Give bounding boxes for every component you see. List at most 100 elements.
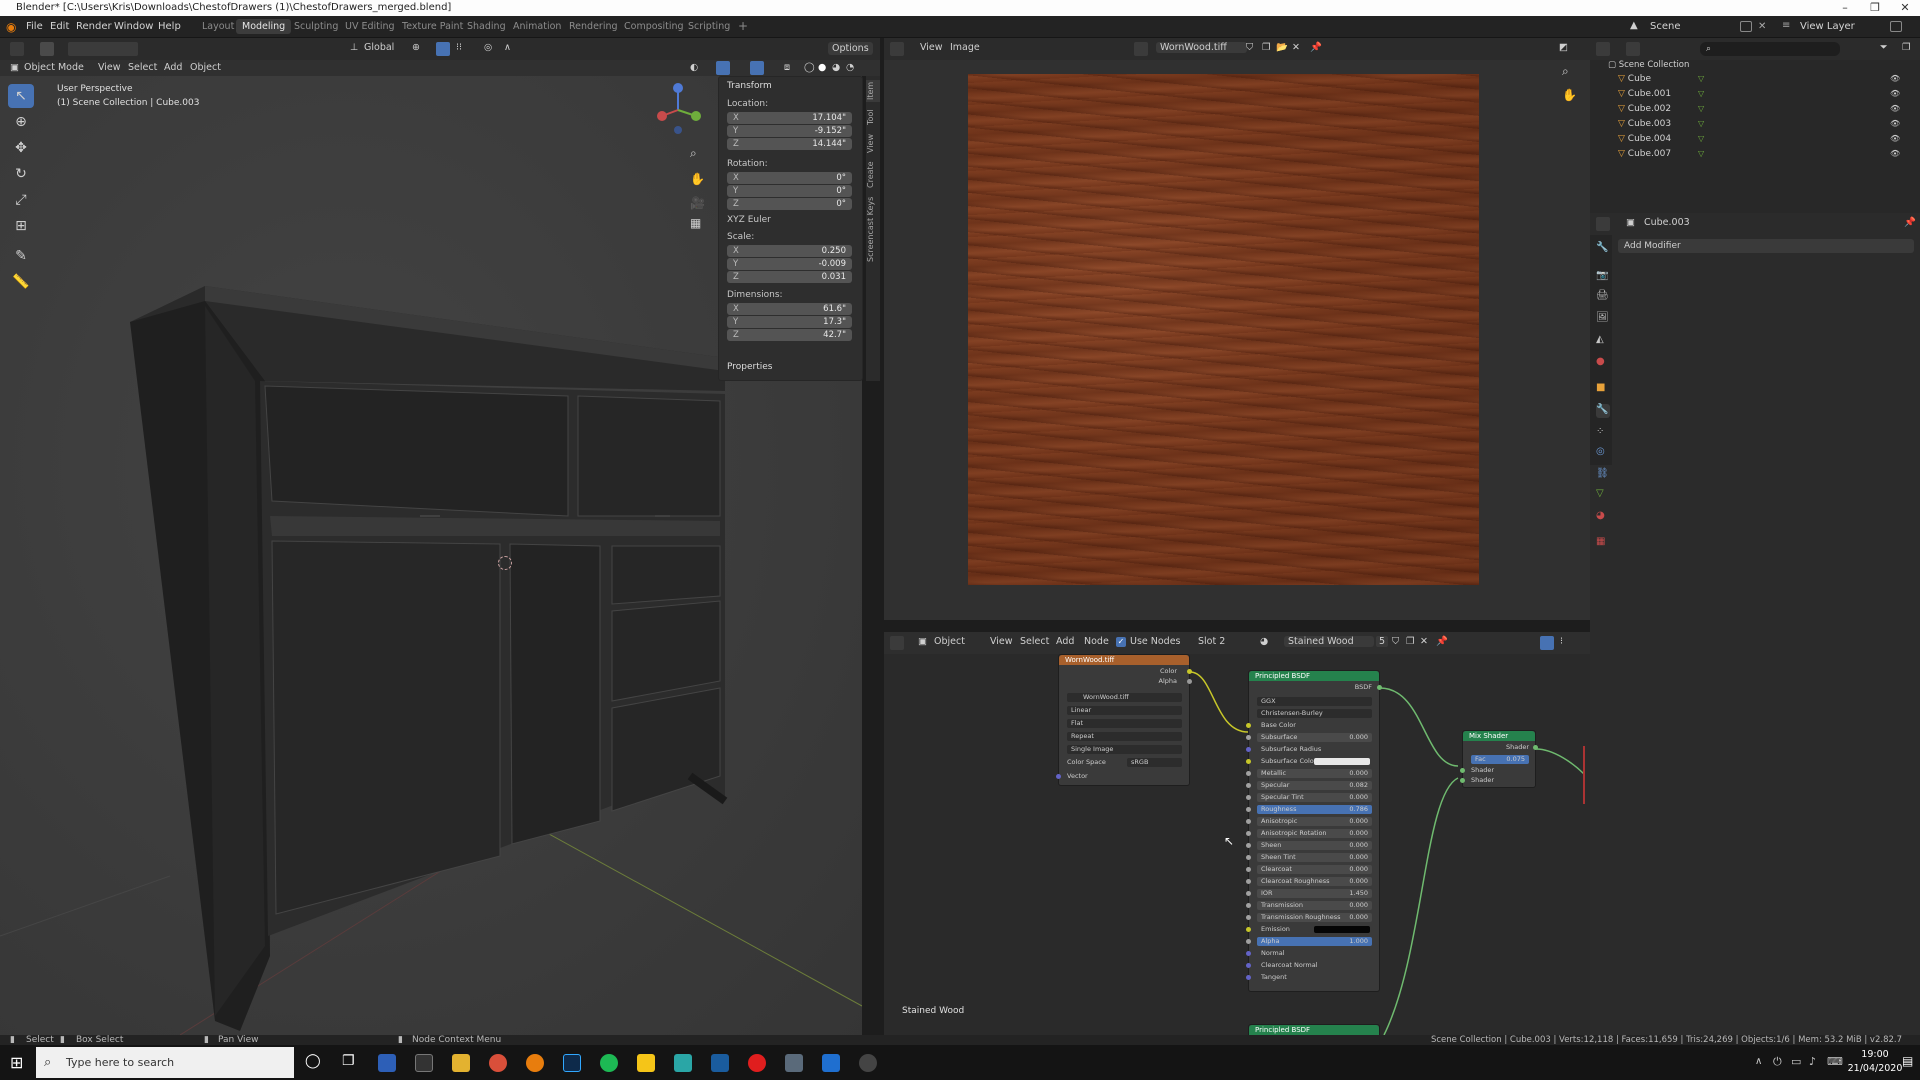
bsdf-input-row[interactable]: Transmission 0.000	[1257, 901, 1372, 910]
outliner-row[interactable]: ▽ Cube.001 👁 ▽	[1618, 87, 1918, 101]
bsdf-input-socket[interactable]	[1246, 915, 1251, 920]
new-collection-icon[interactable]: ❐	[1902, 42, 1911, 53]
rotation-y-field[interactable]: Y 0°	[727, 185, 852, 197]
image-pan-icon[interactable]: ✋	[1562, 88, 1577, 102]
add-modifier-dropdown[interactable]: Add Modifier	[1618, 239, 1914, 253]
notifications-icon[interactable]: ▤	[1902, 1054, 1913, 1068]
overlay-toggle-icon[interactable]	[750, 61, 764, 75]
mix-shader-node[interactable]: Mix Shader Shader Fac 0.075 Shader Shader	[1460, 730, 1538, 788]
bsdf-input-row[interactable]: Base Color	[1257, 721, 1372, 730]
outliner[interactable]: ⌕ ⏷ ❐ ▢ Scene Collection ▽ Cube 👁 ▽ ▽ Cube.…	[1590, 38, 1920, 213]
subsurface-method-dropdown[interactable]: Christensen-Burley	[1257, 709, 1372, 718]
xray-icon[interactable]: ⧈	[784, 62, 790, 73]
bsdf-input-row[interactable]: Clearcoat Normal	[1257, 961, 1372, 970]
pivot-icon[interactable]: ⊕	[412, 42, 420, 53]
bsdf-input-row[interactable]: Sheen 0.000	[1257, 841, 1372, 850]
tab-texture-paint[interactable]: Texture Paint	[396, 19, 469, 34]
bsdf-input-socket[interactable]	[1246, 807, 1251, 812]
minimize-icon[interactable]: –	[1830, 0, 1860, 16]
tray-volume-icon[interactable]: ♪	[1809, 1055, 1816, 1068]
mesh-data-icon[interactable]: ▽	[1698, 72, 1704, 86]
physics-props-icon[interactable]: ◎	[1596, 446, 1610, 460]
object-props-icon[interactable]: ■	[1596, 382, 1610, 396]
mix-output-socket[interactable]	[1533, 745, 1538, 750]
bsdf-input-row[interactable]: Metallic 0.000	[1257, 769, 1372, 778]
source-dropdown[interactable]: Single Image	[1067, 745, 1182, 754]
editor-type-icon[interactable]	[10, 42, 24, 56]
tab-screencast-keys[interactable]: Screencast Keys	[866, 194, 880, 264]
principled-bsdf-node-2[interactable]: Principled BSDF	[1248, 1024, 1380, 1035]
bsdf-input-row[interactable]: Clearcoat Roughness 0.000	[1257, 877, 1372, 886]
distribution-dropdown[interactable]: GGX	[1257, 697, 1372, 706]
tab-view[interactable]: View	[866, 132, 880, 156]
properties-type-icon[interactable]	[1596, 217, 1610, 231]
sticky-notes-icon[interactable]	[637, 1054, 655, 1072]
properties-pin-icon[interactable]: 📌	[1904, 217, 1916, 228]
close-icon[interactable]: ✕	[1890, 0, 1920, 16]
outliner-row[interactable]: ▽ Cube.007 👁 ▽	[1618, 147, 1918, 161]
open-image-icon[interactable]: 📂	[1276, 42, 1288, 53]
menu-object[interactable]: Object	[190, 62, 221, 73]
scene-collection-row[interactable]: ▢ Scene Collection	[1608, 58, 1689, 72]
cortana-icon[interactable]: ◯	[305, 1053, 321, 1069]
mesh-data-icon[interactable]: ▽	[1698, 87, 1704, 101]
menu-file[interactable]: File	[26, 21, 43, 32]
menu-window[interactable]: Window	[114, 21, 153, 32]
taskbar-app-settings-icon[interactable]	[859, 1054, 877, 1072]
slot-dropdown[interactable]: Slot 2	[1198, 636, 1225, 647]
navigation-gizmo-icon[interactable]	[650, 82, 706, 138]
bsdf-input-socket[interactable]	[1246, 795, 1251, 800]
proportional-edit-icon[interactable]: ◎	[484, 42, 492, 53]
tab-layout[interactable]: Layout	[196, 19, 240, 34]
tray-usb-icon[interactable]: ⏻	[1773, 1055, 1782, 1069]
unlink-image-icon[interactable]: ✕	[1292, 42, 1300, 53]
image-menu-image[interactable]: Image	[950, 42, 980, 53]
mesh-data-icon[interactable]: ▽	[1698, 132, 1704, 146]
subsurface-color-swatch[interactable]	[1314, 758, 1370, 765]
bsdf-input-socket[interactable]	[1246, 819, 1251, 824]
material-shading-icon[interactable]: ◕	[832, 62, 840, 73]
tab-sculpting[interactable]: Sculpting	[288, 19, 344, 34]
shader-type-dropdown[interactable]: Object	[934, 636, 965, 647]
snap-icon[interactable]	[436, 42, 450, 56]
visibility-eye-icon[interactable]: 👁	[1890, 72, 1900, 86]
modifier-props-icon[interactable]: 🔧	[1596, 404, 1610, 418]
menu-select[interactable]: Select	[128, 62, 157, 73]
material-new-icon[interactable]: ❐	[1406, 636, 1415, 647]
bsdf-input-row[interactable]: Clearcoat 0.000	[1257, 865, 1372, 874]
interpolation-dropdown[interactable]: Linear	[1067, 706, 1182, 715]
bsdf-input-row[interactable]: Anisotropic Rotation 0.000	[1257, 829, 1372, 838]
taskbar-app-blue-icon[interactable]	[378, 1054, 396, 1072]
windows-start-icon[interactable]: ⊞	[10, 1053, 23, 1072]
taskbar-app-red-icon[interactable]	[748, 1054, 766, 1072]
tab-animation[interactable]: Animation	[507, 19, 567, 34]
material-users-count[interactable]: 5	[1376, 636, 1389, 647]
taskbar-app-monitor-icon[interactable]	[822, 1054, 840, 1072]
material-name-field[interactable]: Stained Wood	[1284, 636, 1374, 647]
mesh-data-icon[interactable]: ▽	[1698, 102, 1704, 116]
select-tool-icon[interactable]	[40, 42, 54, 56]
scene-props-icon[interactable]: ◭	[1596, 334, 1610, 348]
photoshop-icon[interactable]	[563, 1054, 581, 1072]
task-view-icon[interactable]: ❐	[342, 1053, 355, 1069]
bsdf-input-socket[interactable]	[1246, 927, 1251, 932]
node-editor-canvas[interactable]: WornWood.tiff Color Alpha WornWood.tiff …	[884, 654, 1590, 1035]
tab-rendering[interactable]: Rendering	[563, 19, 624, 34]
image-node-header[interactable]: WornWood.tiff	[1059, 655, 1189, 665]
outliner-type-icon[interactable]	[1596, 42, 1610, 56]
bsdf-input-socket[interactable]	[1246, 723, 1251, 728]
bsdf-input-socket[interactable]	[1246, 783, 1251, 788]
solid-shading-icon[interactable]: ●	[818, 62, 826, 73]
texture-props-icon[interactable]: ▦	[1596, 536, 1610, 550]
menu-edit[interactable]: Edit	[50, 21, 69, 32]
output-props-icon[interactable]: 🖨	[1596, 290, 1610, 304]
bsdf-input-socket[interactable]	[1246, 891, 1251, 896]
material-unlink-icon[interactable]: ✕	[1420, 636, 1428, 647]
material-fake-user-icon[interactable]: ⛉	[1392, 636, 1399, 647]
ortho-grid-icon[interactable]: ▦	[690, 216, 701, 230]
mesh-data-icon[interactable]: ▽	[1698, 147, 1704, 161]
visibility-eye-icon[interactable]: 👁	[1890, 117, 1900, 131]
material-browse-icon[interactable]: ◕	[1260, 636, 1268, 647]
extension-dropdown[interactable]: Repeat	[1067, 732, 1182, 741]
gizmo-toggle-icon[interactable]	[716, 61, 730, 75]
